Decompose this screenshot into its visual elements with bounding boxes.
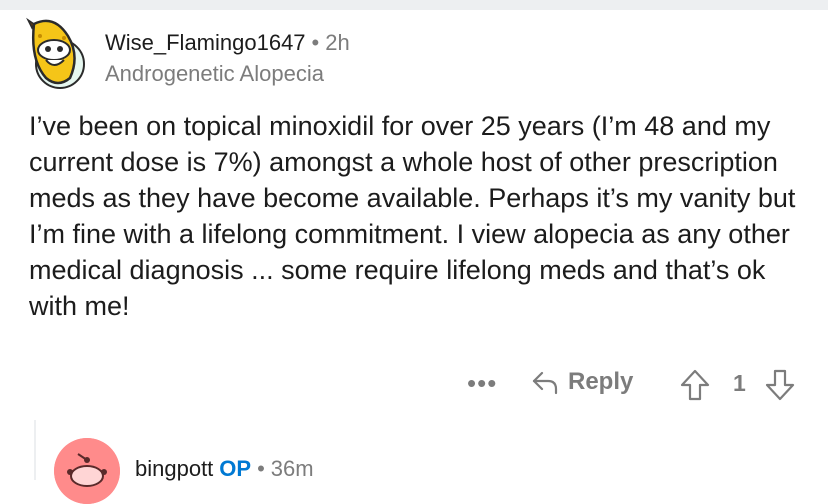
- banana-snoo-icon: [26, 17, 85, 89]
- child-comment-meta: bingpott OP • 36m: [135, 456, 314, 482]
- reply-button[interactable]: Reply: [530, 368, 633, 396]
- thread-line[interactable]: [34, 420, 36, 480]
- child-user-avatar[interactable]: [54, 438, 120, 504]
- reply-arrow-icon: [532, 371, 558, 395]
- upvote-arrow-icon: [680, 369, 710, 401]
- comment-meta: Wise_Flamingo1647 • 2h: [105, 30, 350, 56]
- snoo-avatar-icon: [54, 438, 120, 504]
- downvote-button[interactable]: [764, 368, 796, 407]
- downvote-arrow-icon: [765, 369, 795, 401]
- comment-timestamp[interactable]: 2h: [325, 30, 349, 55]
- comment-body: I’ve been on topical minoxidil for over …: [29, 111, 796, 321]
- username-link[interactable]: Wise_Flamingo1647: [105, 30, 306, 55]
- user-flair: Androgenetic Alopecia: [105, 61, 324, 86]
- user-avatar[interactable]: [24, 16, 88, 90]
- reply-label: Reply: [568, 368, 634, 395]
- meta-separator: •: [311, 30, 320, 55]
- top-divider-bar: [0, 0, 828, 10]
- vote-score: 1: [733, 370, 746, 396]
- more-options-button[interactable]: •••: [467, 368, 497, 399]
- upvote-button[interactable]: [679, 368, 711, 407]
